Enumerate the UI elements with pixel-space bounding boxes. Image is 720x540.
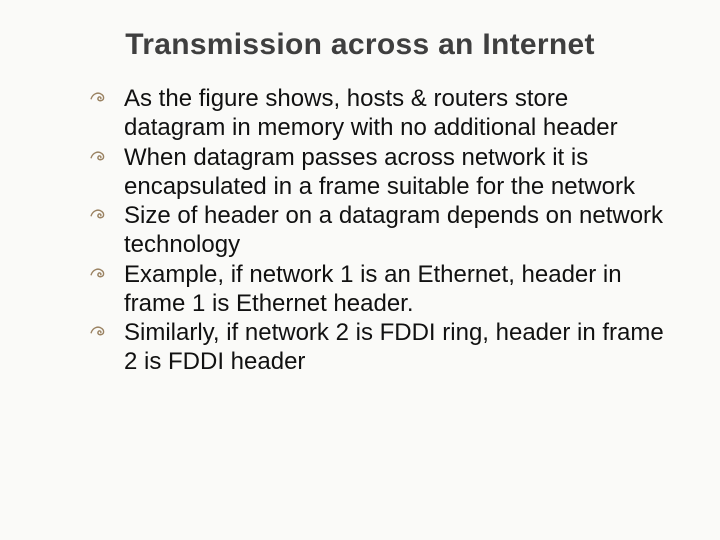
bullet-list: As the figure shows, hosts & routers sto… [40, 84, 680, 377]
list-item-text: When datagram passes across network it i… [124, 144, 635, 200]
list-item: Similarly, if network 2 is FDDI ring, he… [90, 318, 670, 377]
list-item: Size of header on a datagram depends on … [90, 201, 670, 260]
list-item: Example, if network 1 is an Ethernet, he… [90, 260, 670, 319]
swirl-icon [90, 90, 110, 110]
list-item-text: Size of header on a datagram depends on … [124, 202, 663, 258]
list-item: When datagram passes across network it i… [90, 143, 670, 202]
swirl-icon [90, 324, 110, 344]
list-item-text: Similarly, if network 2 is FDDI ring, he… [124, 319, 664, 375]
slide: Transmission across an Internet As the f… [0, 0, 720, 540]
list-item-text: Example, if network 1 is an Ethernet, he… [124, 261, 622, 317]
swirl-icon [90, 207, 110, 227]
page-title: Transmission across an Internet [40, 28, 680, 62]
swirl-icon [90, 266, 110, 286]
swirl-icon [90, 149, 110, 169]
list-item-text: As the figure shows, hosts & routers sto… [124, 85, 618, 141]
list-item: As the figure shows, hosts & routers sto… [90, 84, 670, 143]
